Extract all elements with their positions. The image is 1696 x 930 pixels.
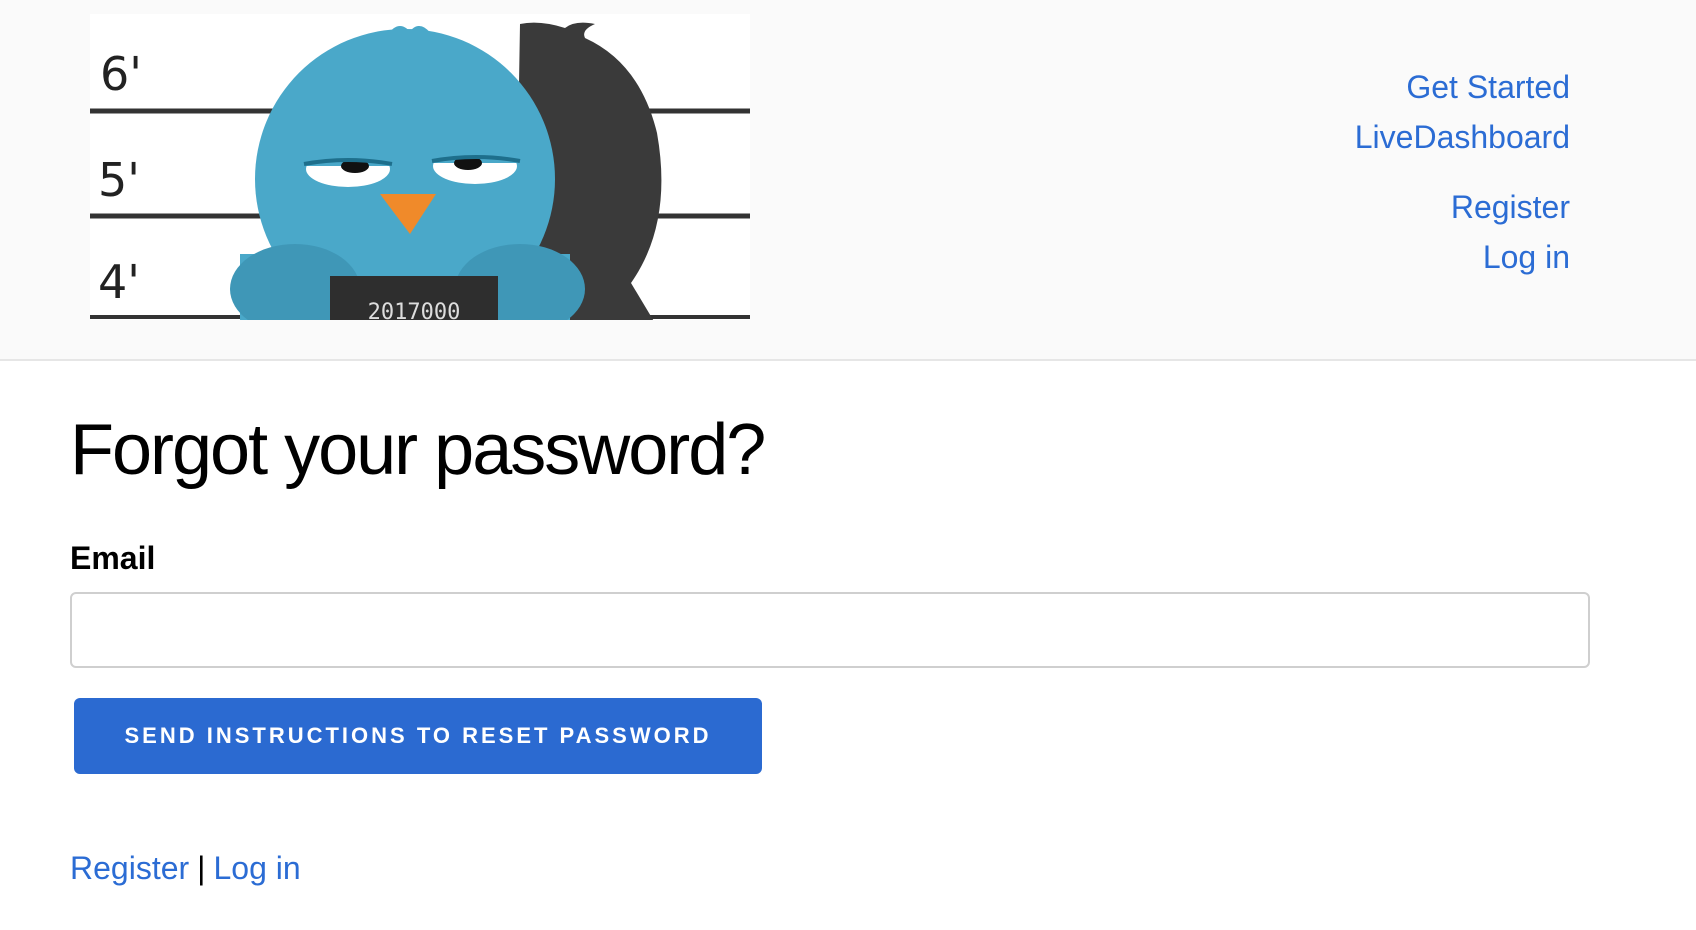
email-label: Email (70, 540, 156, 576)
mugshot-bird-logo[interactable]: 6' 5' 4' 2017000 (90, 14, 750, 320)
reset-password-form: Forgot your password? Email SEND INSTRUC… (70, 400, 1590, 888)
height-mark-6: 6' (100, 47, 142, 101)
logo-illustration: 6' 5' 4' 2017000 (90, 22, 750, 320)
mugshot-placard: 2017000 (330, 276, 498, 320)
register-link[interactable]: Register (1355, 182, 1570, 232)
height-mark-5: 5' (98, 153, 140, 207)
site-header: 6' 5' 4' 2017000 Get Started LiveDashboa… (0, 0, 1696, 361)
link-separator: | (197, 850, 206, 886)
send-reset-instructions-button[interactable]: SEND INSTRUCTIONS TO RESET PASSWORD (74, 698, 762, 774)
height-mark-4: 4' (98, 255, 140, 309)
placard-number: 2017000 (368, 300, 461, 320)
nav-group-primary: Get Started LiveDashboard (1355, 62, 1570, 162)
log-in-link[interactable]: Log in (1355, 232, 1570, 282)
get-started-link[interactable]: Get Started (1355, 62, 1570, 112)
live-dashboard-link[interactable]: LiveDashboard (1355, 112, 1570, 162)
footer-links: Register | Log in (70, 848, 1590, 888)
header-nav: Get Started LiveDashboard Register Log i… (1355, 62, 1570, 282)
page-title: Forgot your password? (70, 410, 766, 490)
nav-group-auth: Register Log in (1355, 182, 1570, 282)
email-field[interactable] (70, 592, 1590, 668)
footer-register-link[interactable]: Register (70, 850, 189, 886)
footer-log-in-link[interactable]: Log in (213, 850, 300, 886)
